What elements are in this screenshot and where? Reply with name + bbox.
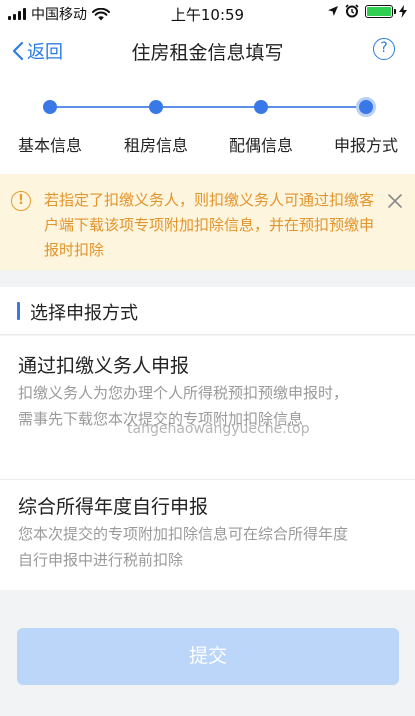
notice-text: 若指定了扣缴义务人，则扣缴义务人可通过扣缴客户端下载该项专项附加扣除信息，并在预… (44, 191, 375, 259)
option-annual-self-filing[interactable]: 综合所得年度自行申报 您本次提交的专项附加扣除信息可在综合所得年度自行申报中进行… (0, 480, 415, 590)
option-title: 综合所得年度自行申报 (18, 496, 209, 518)
close-icon[interactable] (384, 190, 406, 212)
section-header: 选择申报方式 (0, 287, 415, 335)
charging-icon (399, 4, 407, 18)
option-description: 扣缴义务人为您办理个人所得税预扣预缴申报时，需事先下载您本次提交的专项附加扣除信… (18, 384, 349, 428)
battery-level (367, 6, 391, 16)
status-bar: 中国移动 上午10:59 (0, 0, 415, 26)
step-dot-3 (254, 100, 268, 114)
help-icon[interactable]: ? (373, 38, 395, 60)
back-button[interactable]: 返回 (12, 38, 63, 64)
back-label: 返回 (27, 42, 63, 63)
step-label-filing-method: 申报方式 (333, 136, 399, 155)
step-connector-line (50, 106, 367, 108)
step-progress: 基本信息 租房信息 配偶信息 申报方式 (0, 74, 415, 174)
location-arrow-icon (328, 6, 338, 16)
battery-icon (365, 4, 396, 18)
notice-banner: ! 若指定了扣缴义务人，则扣缴义务人可通过扣缴客户端下载该项专项附加扣除信息，并… (0, 174, 415, 270)
submit-button[interactable]: 提交 (17, 628, 399, 685)
option-title: 通过扣缴义务人申报 (18, 355, 190, 377)
step-label-spouse-info: 配偶信息 (228, 136, 294, 155)
step-label-rental-info: 租房信息 (123, 136, 189, 155)
chevron-left-icon (12, 41, 24, 61)
step-dot-2 (149, 100, 163, 114)
step-dot-4-active (356, 97, 376, 117)
option-description: 您本次提交的专项附加扣除信息可在综合所得年度自行申报中进行税前扣除 (18, 525, 349, 569)
nav-bar: 返回 住房租金信息填写 ? (0, 26, 415, 74)
step-dot-1 (43, 100, 57, 114)
section-title: 选择申报方式 (30, 303, 138, 324)
status-right (327, 4, 407, 18)
section-accent-bar (17, 302, 20, 320)
warning-icon: ! (11, 191, 31, 211)
option-withholding-agent[interactable]: 通过扣缴义务人申报 扣缴义务人为您办理个人所得税预扣预缴申报时，需事先下载您本次… (0, 336, 415, 479)
filing-method-options: 通过扣缴义务人申报 扣缴义务人为您办理个人所得税预扣预缴申报时，需事先下载您本次… (0, 336, 415, 590)
alarm-icon (345, 4, 359, 18)
step-label-basic-info: 基本信息 (17, 136, 83, 155)
